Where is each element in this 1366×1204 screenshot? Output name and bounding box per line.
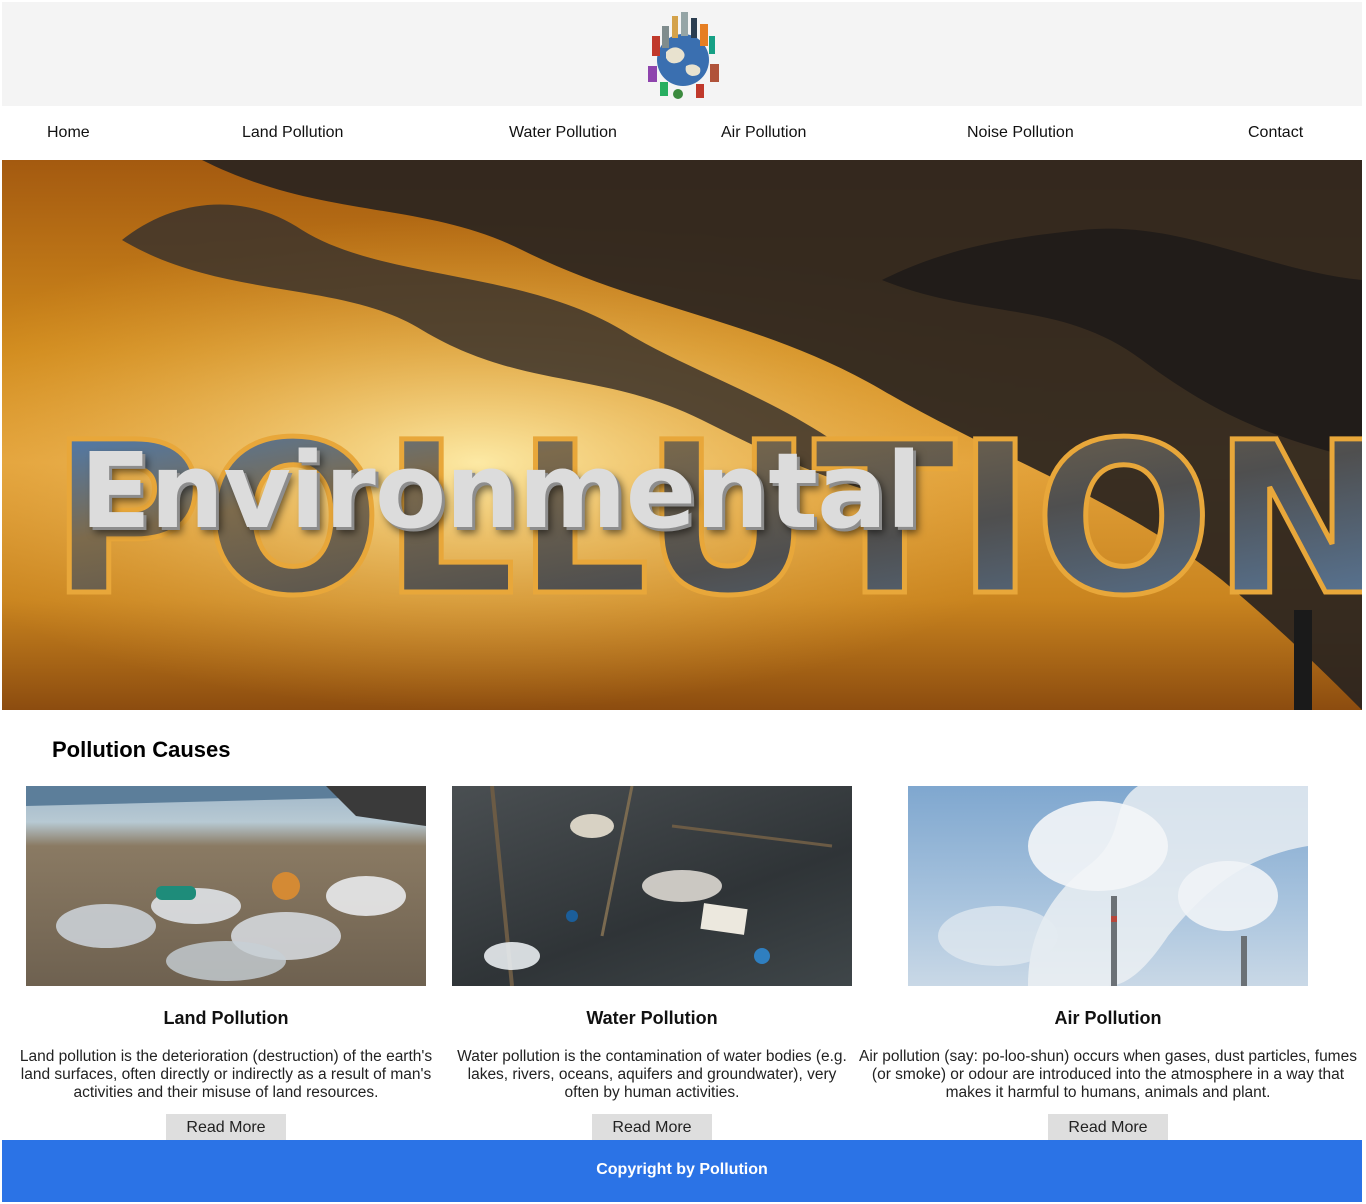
card-desc-land: Land pollution is the deterioration (des… bbox=[19, 1048, 433, 1101]
card-desc-air: Air pollution (say: po-loo-shun) occurs … bbox=[859, 1048, 1357, 1101]
hero-banner: POLLUTION Environmental bbox=[2, 160, 1362, 710]
site-footer: Copyright by Pollution bbox=[2, 1140, 1362, 1202]
nav-contact[interactable]: Contact bbox=[1248, 124, 1303, 142]
card-title-air: Air Pollution bbox=[1054, 1008, 1162, 1028]
nav-air-pollution[interactable]: Air Pollution bbox=[721, 124, 806, 142]
nav-noise-pollution[interactable]: Noise Pollution bbox=[967, 124, 1074, 142]
site-header bbox=[2, 2, 1362, 106]
read-more-land-button[interactable]: Read More bbox=[166, 1114, 286, 1142]
read-more-air-button[interactable]: Read More bbox=[1048, 1114, 1168, 1142]
hero-title-environmental: Environmental bbox=[80, 430, 922, 552]
card-title-water: Water Pollution bbox=[586, 1008, 718, 1028]
water-pollution-image bbox=[452, 786, 852, 986]
nav-water-pollution[interactable]: Water Pollution bbox=[509, 124, 617, 142]
air-pollution-image bbox=[908, 786, 1308, 986]
main-nav: Home Land Pollution Water Pollution Air … bbox=[2, 106, 1362, 160]
globe-city-logo[interactable] bbox=[634, 8, 732, 104]
card-desc-water: Water pollution is the contamination of … bbox=[457, 1048, 847, 1101]
nav-land-pollution[interactable]: Land Pollution bbox=[242, 124, 343, 142]
nav-home[interactable]: Home bbox=[47, 124, 90, 142]
read-more-water-button[interactable]: Read More bbox=[592, 1114, 712, 1142]
land-pollution-image bbox=[26, 786, 426, 986]
section-title: Pollution Causes bbox=[52, 737, 231, 762]
card-title-land: Land Pollution bbox=[163, 1008, 289, 1028]
